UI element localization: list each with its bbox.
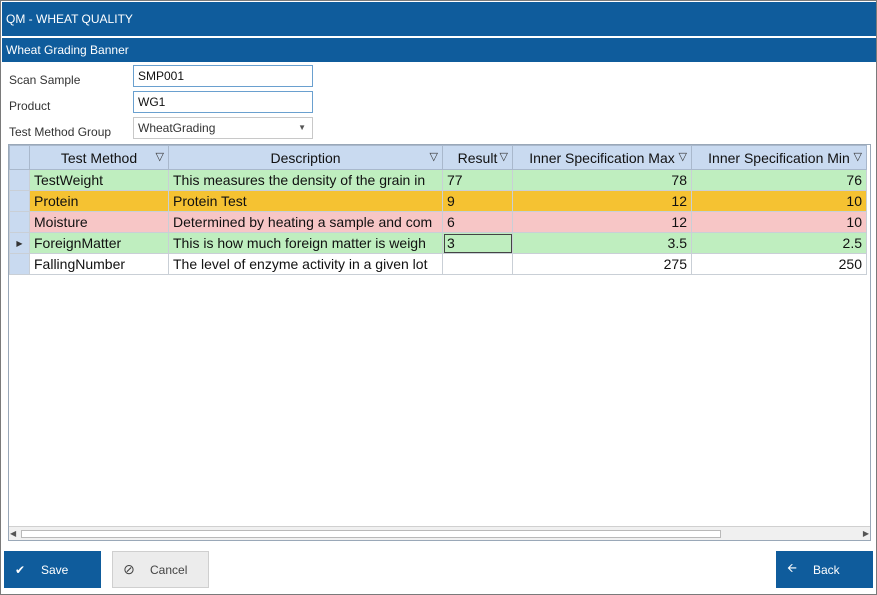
cell-description[interactable]: This measures the density of the grain i… bbox=[168, 169, 443, 191]
cell-result[interactable]: 6 bbox=[442, 211, 513, 233]
column-header-inner-spec-max[interactable]: Inner Specification Max ▽ bbox=[512, 145, 692, 170]
chevron-down-icon[interactable]: ▼ bbox=[298, 118, 306, 138]
row-selector[interactable] bbox=[9, 253, 30, 275]
save-button-label: Save bbox=[41, 562, 69, 577]
table-row[interactable]: Protein Protein Test 9 12 10 bbox=[9, 190, 867, 212]
cell-description[interactable]: The level of enzyme activity in a given … bbox=[168, 253, 443, 275]
column-header-label: Inner Specification Max bbox=[529, 149, 675, 166]
test-results-grid: Test Method ▽ Description ▽ Result ▽ Inn… bbox=[8, 144, 871, 541]
test-method-group-label: Test Method Group bbox=[9, 125, 112, 139]
cell-test-method[interactable]: Protein bbox=[29, 190, 169, 212]
column-header-inner-spec-min[interactable]: Inner Specification Min ▽ bbox=[691, 145, 867, 170]
scan-sample-input[interactable]: SMP001 bbox=[133, 65, 313, 87]
cell-result[interactable]: 77 bbox=[442, 169, 513, 191]
filter-icon[interactable]: ▽ bbox=[854, 150, 862, 163]
cell-test-method[interactable]: ForeignMatter bbox=[29, 232, 169, 254]
table-row[interactable]: TestWeight This measures the density of … bbox=[9, 169, 867, 191]
app-window: QM - WHEAT QUALITY Wheat Grading Banner … bbox=[0, 0, 877, 595]
save-button[interactable]: ✔ Save bbox=[4, 551, 101, 588]
scrollbar-thumb[interactable] bbox=[21, 530, 721, 538]
row-selector[interactable] bbox=[9, 169, 30, 191]
horizontal-scrollbar[interactable]: ◀ ▶ bbox=[9, 526, 870, 540]
filter-icon[interactable]: ▽ bbox=[679, 150, 687, 163]
cell-inner-spec-max[interactable]: 78 bbox=[512, 169, 692, 191]
product-label: Product bbox=[9, 99, 51, 113]
checkmark-icon: ✔ bbox=[14, 562, 26, 577]
column-header-label: Description bbox=[270, 149, 341, 166]
cell-inner-spec-max[interactable]: 3.5 bbox=[512, 232, 692, 254]
row-selector[interactable] bbox=[9, 211, 30, 233]
back-button[interactable]: 🡨 Back bbox=[776, 551, 873, 588]
cell-description[interactable]: This is how much foreign matter is weigh bbox=[168, 232, 443, 254]
banner-text: Wheat Grading Banner bbox=[6, 43, 129, 57]
cell-inner-spec-max[interactable]: 12 bbox=[512, 190, 692, 212]
cell-result-editing[interactable]: 3 bbox=[442, 232, 513, 254]
app-title-bar: QM - WHEAT QUALITY bbox=[2, 2, 876, 36]
cancel-circle-icon: ⊘ bbox=[123, 561, 135, 577]
row-selector-current[interactable]: ▶ bbox=[9, 232, 30, 254]
cell-result[interactable] bbox=[442, 253, 513, 275]
cell-inner-spec-max[interactable]: 12 bbox=[512, 211, 692, 233]
cell-test-method[interactable]: Moisture bbox=[29, 211, 169, 233]
column-header-result[interactable]: Result ▽ bbox=[442, 145, 513, 170]
cell-inner-spec-min[interactable]: 76 bbox=[691, 169, 867, 191]
app-title: QM - WHEAT QUALITY bbox=[6, 12, 133, 26]
filter-icon[interactable]: ▽ bbox=[500, 150, 508, 163]
column-header-test-method[interactable]: Test Method ▽ bbox=[29, 145, 169, 170]
back-button-label: Back bbox=[813, 562, 840, 577]
product-input[interactable]: WG1 bbox=[133, 91, 313, 113]
cell-result[interactable]: 9 bbox=[442, 190, 513, 212]
column-header-label: Inner Specification Min bbox=[708, 149, 850, 166]
column-header-label: Result bbox=[457, 149, 498, 166]
cancel-button[interactable]: ⊘ Cancel bbox=[112, 551, 209, 588]
table-row[interactable]: ▶ ForeignMatter This is how much foreign… bbox=[9, 232, 867, 254]
banner: Wheat Grading Banner bbox=[2, 38, 876, 62]
scroll-right-icon[interactable]: ▶ bbox=[863, 527, 869, 540]
cell-inner-spec-min[interactable]: 10 bbox=[691, 190, 867, 212]
column-header-description[interactable]: Description ▽ bbox=[168, 145, 443, 170]
arrow-left-icon: 🡨 bbox=[787, 561, 797, 575]
table-row[interactable]: FallingNumber The level of enzyme activi… bbox=[9, 253, 867, 275]
cell-inner-spec-max[interactable]: 275 bbox=[512, 253, 692, 275]
test-method-group-select[interactable]: WheatGrading ▼ bbox=[133, 117, 313, 139]
table-row[interactable]: Moisture Determined by heating a sample … bbox=[9, 211, 867, 233]
cell-description[interactable]: Determined by heating a sample and com bbox=[168, 211, 443, 233]
scroll-left-icon[interactable]: ◀ bbox=[10, 527, 16, 540]
row-selector[interactable] bbox=[9, 190, 30, 212]
cell-inner-spec-min[interactable]: 250 bbox=[691, 253, 867, 275]
current-row-arrow-icon: ▶ bbox=[16, 238, 23, 248]
column-header-label: Test Method bbox=[60, 149, 138, 166]
scan-sample-label: Scan Sample bbox=[9, 73, 81, 87]
cancel-button-label: Cancel bbox=[150, 562, 188, 577]
cell-inner-spec-min[interactable]: 2.5 bbox=[691, 232, 867, 254]
filter-icon[interactable]: ▽ bbox=[156, 150, 164, 163]
filter-icon[interactable]: ▽ bbox=[430, 150, 438, 163]
cell-inner-spec-min[interactable]: 10 bbox=[691, 211, 867, 233]
cell-test-method[interactable]: FallingNumber bbox=[29, 253, 169, 275]
test-method-group-value: WheatGrading bbox=[138, 121, 216, 135]
cell-test-method[interactable]: TestWeight bbox=[29, 169, 169, 191]
results-table: Test Method ▽ Description ▽ Result ▽ Inn… bbox=[9, 145, 867, 275]
cell-description[interactable]: Protein Test bbox=[168, 190, 443, 212]
row-selector-header bbox=[9, 145, 30, 170]
